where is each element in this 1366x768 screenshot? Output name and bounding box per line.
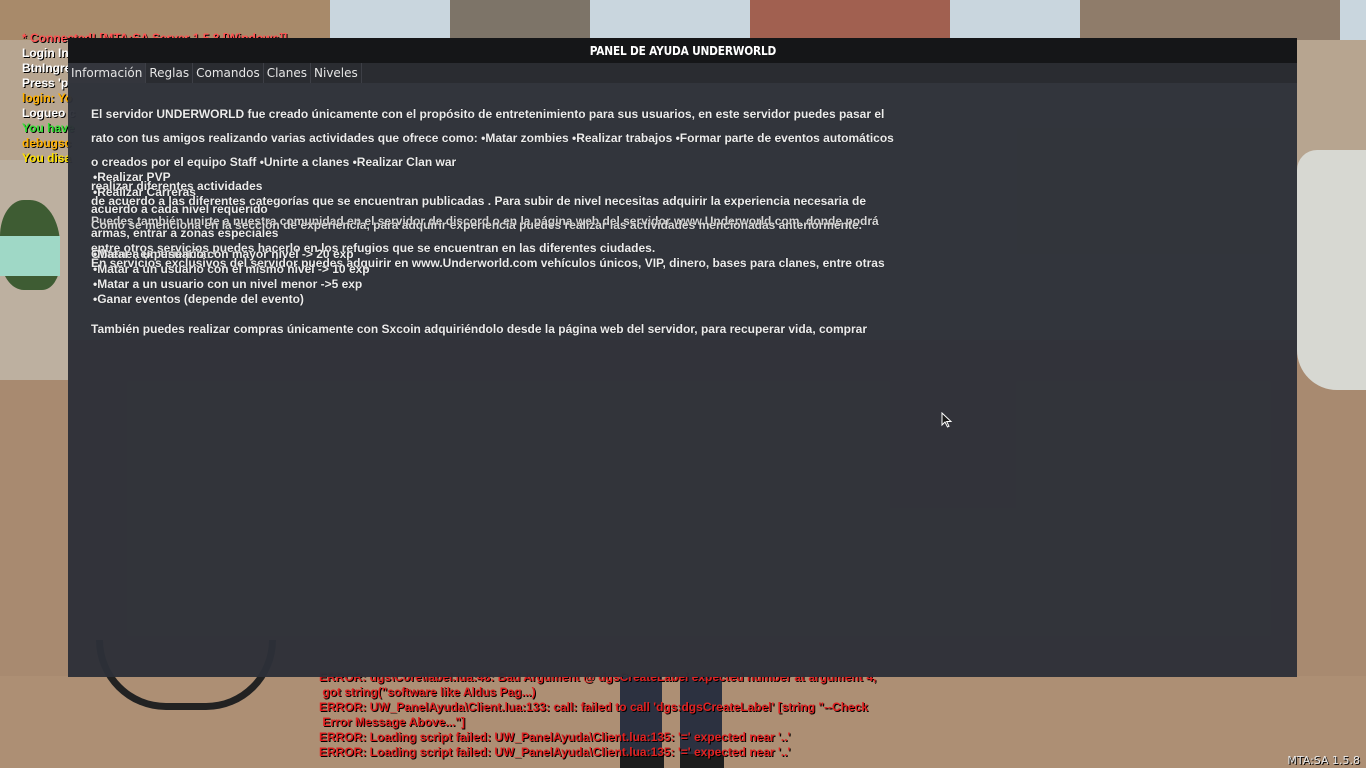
overlap-line: •Ganar eventos (depende del evento) <box>93 292 304 306</box>
overlap-line: acuerdo a cada nivel requerido <box>91 202 268 216</box>
building <box>1080 0 1340 40</box>
building <box>450 0 590 40</box>
info-line: o creados por el equipo Staff •Unirte a … <box>91 155 457 169</box>
debug-error-line: ERROR: UW_PanelAyuda\Client.lua:133: cal… <box>319 700 869 714</box>
info-line: rato con tus amigos realizando varias ac… <box>91 131 894 145</box>
version-label: MTA:SA 1.5.8 <box>1287 754 1360 767</box>
debug-error-line: ERROR: Loading script failed: UW_PanelAy… <box>319 730 791 744</box>
debug-error-line: ERROR: Loading script failed: UW_PanelAy… <box>319 745 791 759</box>
overlap-line: Como se menciona en la sección de experi… <box>91 218 862 232</box>
info-line: El servidor UNDERWORLD fue creado únicam… <box>91 107 885 121</box>
debug-console: ERROR: dgs\Core\label.lua:48: Bad Argume… <box>319 670 879 760</box>
help-panel-window[interactable]: PANEL DE AYUDA UNDERWORLD Información Re… <box>68 38 1297 677</box>
tab-bar: Información Reglas Comandos Clanes Nivel… <box>68 63 1297 83</box>
building <box>750 0 950 40</box>
debug-error-line: Error Message Above..."] <box>319 715 465 729</box>
tab-content-area: El servidor UNDERWORLD fue creado únicam… <box>68 83 1297 677</box>
tab-informacion[interactable]: Información <box>68 63 147 83</box>
debug-error-line: got string("software like Aldus Pag...) <box>319 685 536 699</box>
tab-reglas[interactable]: Reglas <box>146 63 194 83</box>
panel-titlebar[interactable]: PANEL DE AYUDA UNDERWORLD <box>68 38 1297 63</box>
overlap-line: •Matar a un usuario con mayor nivel -> 2… <box>93 247 354 261</box>
overlap-line: •Realizar PVP <box>93 170 171 184</box>
tab-comandos[interactable]: Comandos <box>193 63 264 83</box>
overlap-line: •Matar a un usuario con el mismo nivel -… <box>93 262 370 276</box>
cursor-icon <box>941 412 953 428</box>
tab-niveles[interactable]: Niveles <box>311 63 362 83</box>
car <box>1297 150 1366 390</box>
market-stall <box>0 236 60 276</box>
overlap-line: •Matar a un usuario con un nivel menor -… <box>93 277 363 291</box>
tab-clanes[interactable]: Clanes <box>264 63 312 83</box>
panel-title: PANEL DE AYUDA UNDERWORLD <box>589 43 776 58</box>
info-line: También puedes realizar compras únicamen… <box>91 322 868 336</box>
